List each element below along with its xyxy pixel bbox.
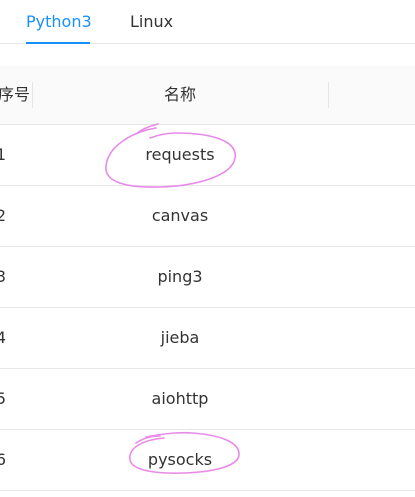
- active-tab-indicator: [26, 42, 90, 44]
- column-header-name: 名称: [163, 85, 196, 104]
- table-row[interactable]: 2 canvas: [0, 186, 415, 247]
- table-row[interactable]: 4 jieba: [0, 308, 415, 369]
- row-index: 3: [0, 267, 6, 286]
- row-index: 4: [0, 328, 6, 347]
- package-table: 序号 名称 1 requests 2 canvas 3 ping3 4 jieb…: [0, 66, 415, 491]
- row-index: 1: [0, 145, 6, 164]
- package-name: requests: [145, 145, 215, 164]
- row-index: 5: [0, 389, 6, 408]
- tab-bar: Python3 Linux: [0, 0, 415, 44]
- table-row[interactable]: 6 pysocks: [0, 430, 415, 491]
- table-header: 序号 名称: [0, 66, 415, 125]
- package-name: ping3: [157, 267, 203, 286]
- table-row[interactable]: 1 requests: [0, 125, 415, 186]
- tab-linux[interactable]: Linux: [130, 12, 173, 32]
- package-name: jieba: [160, 328, 200, 347]
- column-divider: [328, 82, 329, 108]
- package-name: aiohttp: [151, 389, 209, 408]
- table-row[interactable]: 3 ping3: [0, 247, 415, 308]
- tab-python3[interactable]: Python3: [26, 12, 92, 32]
- column-header-index: 序号: [0, 85, 30, 104]
- row-index: 2: [0, 206, 6, 225]
- row-index: 6: [0, 450, 6, 469]
- package-name: pysocks: [147, 450, 213, 469]
- table-row[interactable]: 5 aiohttp: [0, 369, 415, 430]
- package-name: canvas: [151, 206, 209, 225]
